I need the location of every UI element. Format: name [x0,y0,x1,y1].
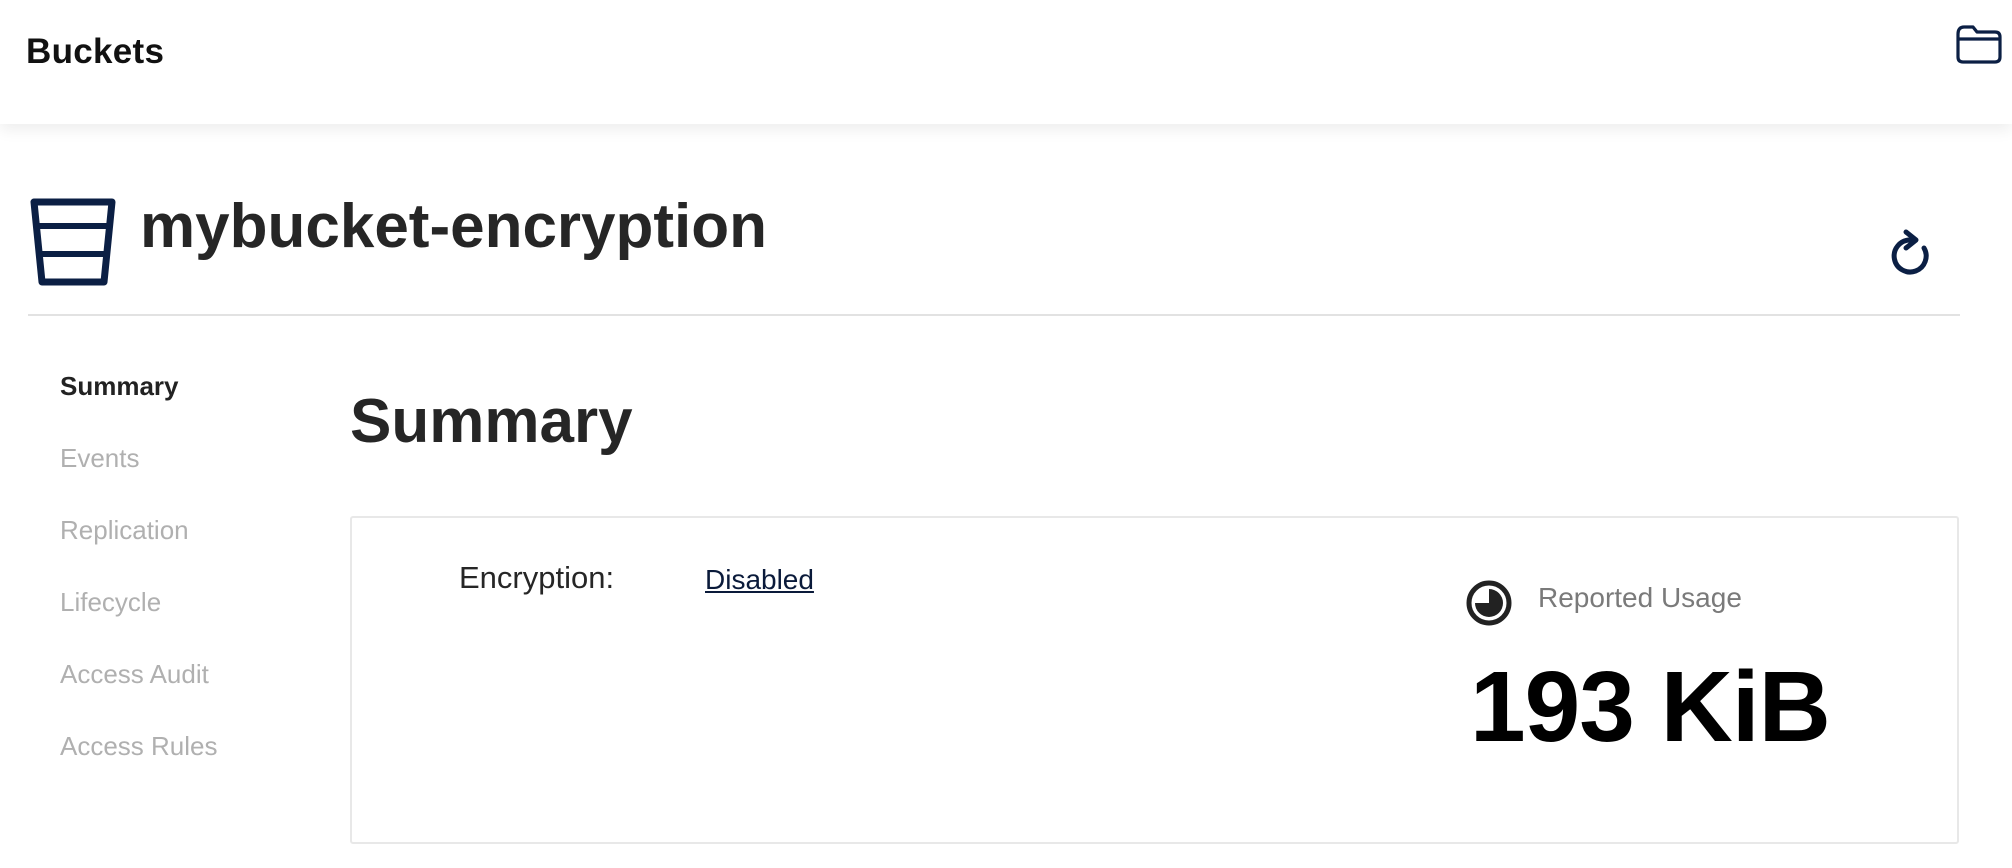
bucket-header: mybucket-encryption [28,190,1960,316]
sidebar-item-replication[interactable]: Replication [60,510,300,582]
encryption-status-link[interactable]: Disabled [705,564,814,596]
refresh-icon[interactable] [1886,226,1936,282]
summary-card: Encryption: Disabled Reported Usage 193 … [350,516,1959,844]
sidebar-item-access-audit[interactable]: Access Audit [60,654,300,726]
bucket-name: mybucket-encryption [140,192,768,261]
reported-usage-label: Reported Usage [1538,582,1742,613]
section-title: Summary [350,387,633,456]
sidebar-item-lifecycle[interactable]: Lifecycle [60,582,300,654]
bucket-side-nav: Summary Events Replication Lifecycle Acc… [60,366,300,798]
bucket-icon [28,196,118,288]
sidebar-item-access-rules[interactable]: Access Rules [60,726,300,798]
folder-icon[interactable] [1954,22,2004,66]
pie-chart-icon [1464,578,1514,628]
top-bar: Buckets [0,0,2012,124]
sidebar-item-events[interactable]: Events [60,438,300,510]
page-title: Buckets [26,32,165,71]
sidebar-item-summary[interactable]: Summary [60,366,300,438]
encryption-label: Encryption: [459,560,615,595]
reported-usage-value: 193 KiB [1470,651,1831,763]
